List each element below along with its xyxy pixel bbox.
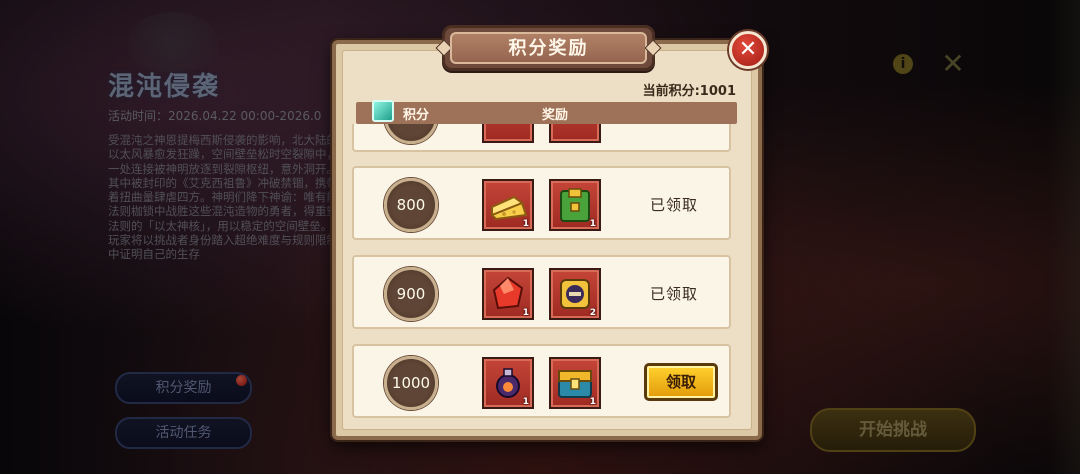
reward-row: 800 1 1 已领取 <box>352 166 731 240</box>
modal-title: 积分奖励 <box>450 32 647 64</box>
reward-row: 900 1 2 已领取 <box>352 255 731 329</box>
reward-list[interactable]: 800 1 1 已领取 900 1 2 已领取 1000 1 1 领取 <box>340 124 760 429</box>
reward-row: 1000 1 1 领取 <box>352 344 731 418</box>
points-badge <box>384 124 438 144</box>
potion-icon[interactable]: 1 <box>482 357 534 409</box>
cheese-icon[interactable]: 1 <box>482 179 534 231</box>
close-icon: ✕ <box>738 37 758 62</box>
header-points: 积分 <box>403 108 430 123</box>
gem-icon <box>372 100 394 122</box>
red-crystal-icon[interactable]: 1 <box>482 268 534 320</box>
treasure-chest-icon[interactable]: 1 <box>549 357 601 409</box>
red-item-icon[interactable] <box>549 124 601 143</box>
reward-row <box>352 124 731 152</box>
current-points: 当前积分:1001 <box>642 84 736 99</box>
item-quantity: 1 <box>589 219 596 229</box>
close-button[interactable]: ✕ <box>729 31 767 69</box>
green-armor-icon[interactable]: 1 <box>549 179 601 231</box>
item-quantity: 2 <box>589 308 596 318</box>
points-badge: 900 <box>384 267 438 321</box>
item-quantity: 1 <box>522 308 529 318</box>
helmet-token-icon[interactable]: 2 <box>549 268 601 320</box>
item-quantity: 1 <box>522 397 529 407</box>
claim-button[interactable]: 领取 <box>644 363 718 401</box>
claimed-status: 已领取 <box>650 285 699 303</box>
points-badge: 800 <box>384 178 438 232</box>
header-rewards: 奖励 <box>542 108 569 123</box>
item-quantity: 1 <box>589 397 596 407</box>
modal-title-plate: 积分奖励 <box>435 25 662 71</box>
item-quantity: 1 <box>522 219 529 229</box>
claimed-status: 已领取 <box>650 196 699 214</box>
red-item-icon[interactable] <box>482 124 534 143</box>
points-badge: 1000 <box>384 356 438 410</box>
